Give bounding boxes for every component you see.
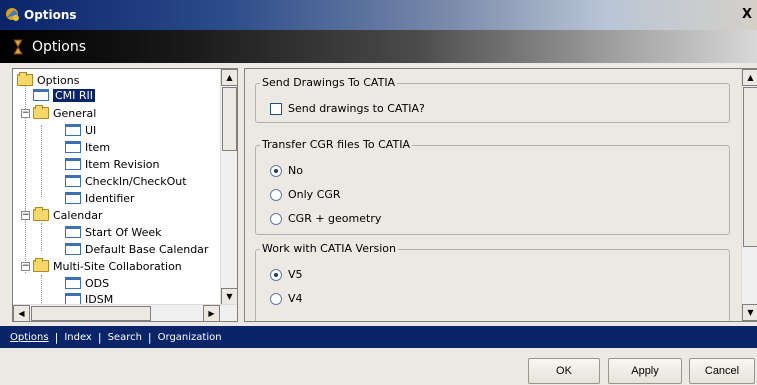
nav-options[interactable]: Options	[4, 332, 55, 343]
nav-index[interactable]: Index	[58, 332, 98, 343]
tree-item-options[interactable]: Options	[17, 72, 80, 87]
tree-item-checkin-checkout[interactable]: CheckIn/CheckOut	[65, 174, 187, 188]
page-icon	[65, 226, 81, 238]
apply-button[interactable]: Apply	[608, 358, 682, 384]
radio-label: V4	[288, 292, 303, 305]
scroll-thumb[interactable]	[222, 87, 237, 151]
group-title: Send Drawings To CATIA	[260, 76, 398, 89]
page-icon	[65, 158, 81, 170]
page-icon	[65, 175, 81, 187]
checkbox-label: Send drawings to CATIA?	[288, 102, 425, 115]
radio-label: Only CGR	[288, 188, 341, 201]
radio-button[interactable]	[270, 268, 282, 281]
group-title: Transfer CGR files To CATIA	[260, 138, 412, 151]
radio-button[interactable]	[270, 188, 282, 201]
checkbox-box[interactable]	[270, 102, 282, 115]
radio-v5[interactable]: V5	[270, 268, 303, 281]
tree-item-label: Default Base Calendar	[85, 242, 209, 256]
tree-item-label: CMI RII	[53, 88, 96, 102]
scroll-down-icon[interactable]: ▼	[221, 288, 237, 305]
title-bar: Options X	[0, 0, 757, 30]
window-title: Options	[24, 8, 77, 22]
nav-organization[interactable]: Organization	[152, 332, 228, 343]
tree-item-calendar[interactable]: − Calendar	[21, 207, 103, 222]
tree-item-label: Options	[37, 73, 80, 87]
cancel-button[interactable]: Cancel	[689, 358, 755, 384]
scroll-right-icon[interactable]: ▶	[203, 305, 220, 321]
radio-v4[interactable]: V4	[270, 292, 303, 305]
ok-button[interactable]: OK	[528, 358, 600, 384]
scroll-up-icon[interactable]: ▲	[221, 69, 237, 86]
options-tree[interactable]: Options CMI RII − General UI Item Item R…	[12, 68, 238, 322]
scroll-thumb-horizontal[interactable]	[31, 306, 151, 321]
tree-item-label: General	[53, 106, 97, 120]
tree-item-label: Item Revision	[85, 157, 160, 171]
tree-item-label: Item	[85, 140, 111, 154]
tree-list: Options CMI RII − General UI Item Item R…	[13, 69, 221, 305]
radio-button[interactable]	[270, 292, 282, 305]
tree-vertical-scrollbar[interactable]: ▲ ▼	[220, 69, 237, 305]
radio-label: V5	[288, 268, 303, 281]
tree-item-start-of-week[interactable]: Start Of Week	[65, 225, 162, 239]
scroll-left-icon[interactable]: ◀	[13, 305, 30, 321]
tree-item-default-base-calendar[interactable]: Default Base Calendar	[65, 242, 208, 256]
tree-item-multi-site-collaboration[interactable]: − Multi-Site Collaboration	[21, 258, 182, 273]
folder-icon	[33, 105, 49, 119]
tree-item-identifier[interactable]: Identifier	[65, 191, 135, 205]
send-drawings-checkbox[interactable]: Send drawings to CATIA?	[270, 102, 425, 115]
tree-item-label: Calendar	[53, 208, 103, 222]
send-drawings-group: Send Drawings To CATIA Send drawings to …	[255, 76, 730, 123]
options-banner: Options	[0, 30, 757, 63]
catia-version-group: Work with CATIA Version V5 V4	[255, 242, 730, 321]
tree-item-general[interactable]: − General	[21, 105, 97, 120]
nav-search[interactable]: Search	[102, 332, 148, 343]
tree-item-label: UI	[85, 123, 97, 137]
collapse-icon[interactable]: −	[21, 210, 30, 220]
tree-item-ods[interactable]: ODS	[65, 276, 109, 290]
radio-button[interactable]	[270, 164, 282, 177]
settings-vertical-scrollbar[interactable]: ▲ ▼	[741, 69, 757, 321]
tree-item-item-revision[interactable]: Item Revision	[65, 157, 160, 171]
folder-icon	[33, 258, 49, 272]
page-icon	[33, 89, 49, 101]
radio-cgr-geometry[interactable]: CGR + geometry	[270, 212, 381, 225]
collapse-icon[interactable]: −	[21, 261, 30, 271]
tree-item-label: CheckIn/CheckOut	[85, 174, 187, 188]
page-icon	[65, 141, 81, 153]
page-icon	[65, 192, 81, 204]
scroll-thumb[interactable]	[743, 87, 757, 247]
page-icon	[65, 243, 81, 255]
dialog-footer: OK Apply Cancel	[0, 348, 757, 385]
page-icon	[65, 277, 81, 289]
banner-title: Options	[32, 38, 87, 55]
close-icon[interactable]: X	[739, 7, 755, 23]
tree-item-item[interactable]: Item	[65, 140, 110, 154]
app-icon	[4, 6, 22, 24]
settings-panel: Send Drawings To CATIA Send drawings to …	[244, 68, 757, 322]
scroll-up-icon[interactable]: ▲	[742, 69, 757, 86]
tree-item-label: Start Of Week	[85, 225, 162, 239]
transfer-cgr-group: Transfer CGR files To CATIA No Only CGR …	[255, 138, 730, 235]
tree-item-ui[interactable]: UI	[65, 123, 96, 137]
radio-button[interactable]	[270, 212, 282, 225]
page-icon	[65, 124, 81, 136]
tree-item-cmi-rii[interactable]: CMI RII	[33, 88, 96, 102]
radio-label: No	[288, 164, 303, 177]
tree-item-label: ODS	[85, 276, 110, 290]
radio-only-cgr[interactable]: Only CGR	[270, 188, 341, 201]
options-icon	[12, 39, 24, 55]
folder-icon	[33, 207, 49, 221]
tree-item-label: Identifier	[85, 191, 135, 205]
radio-no[interactable]: No	[270, 164, 303, 177]
bottom-nav: Options | Index | Search | Organization	[0, 326, 757, 348]
group-title: Work with CATIA Version	[260, 242, 398, 255]
collapse-icon[interactable]: −	[21, 108, 30, 118]
tree-item-label: Multi-Site Collaboration	[53, 259, 182, 273]
tree-horizontal-scrollbar[interactable]: ◀ ▶	[13, 304, 237, 321]
folder-icon	[17, 72, 33, 86]
scroll-down-icon[interactable]: ▼	[742, 304, 757, 321]
radio-label: CGR + geometry	[288, 212, 382, 225]
